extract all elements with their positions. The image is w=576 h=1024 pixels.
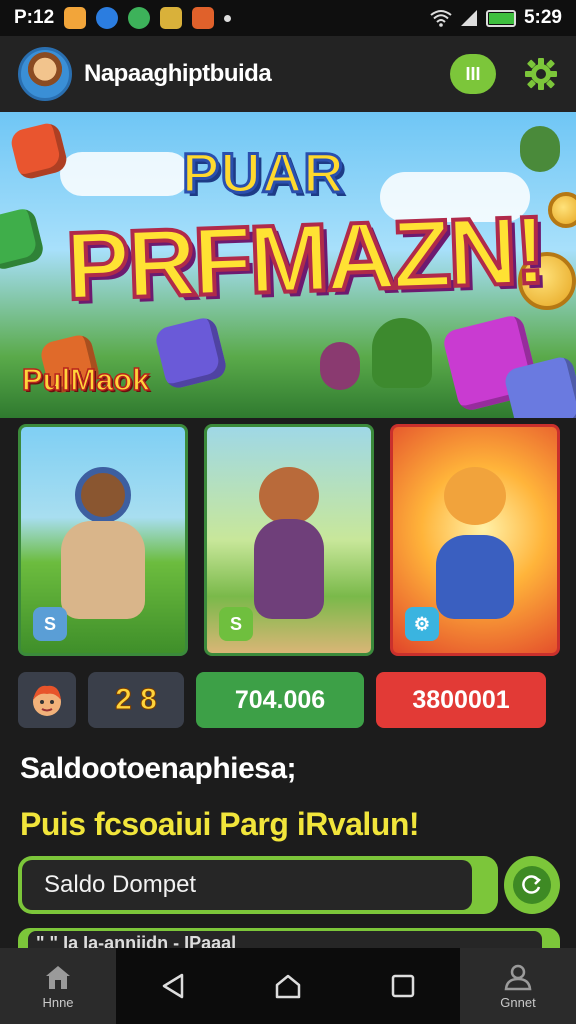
green-stat-button[interactable]: 704.006	[196, 672, 364, 728]
red-stat-button[interactable]: 3800001	[376, 672, 546, 728]
system-recents-button[interactable]	[345, 948, 460, 1024]
section-subheading: Puis fcsoaiui Parg iRvalun!	[20, 806, 420, 842]
fox-runner-head	[444, 467, 506, 525]
notification-icon	[96, 7, 119, 29]
settings-gear-icon[interactable]	[524, 57, 558, 91]
notification-icon	[192, 7, 215, 29]
signal-icon	[460, 10, 477, 26]
cloud	[60, 152, 190, 196]
score-display: 2 8	[88, 672, 184, 728]
monkey-character	[320, 342, 360, 390]
nav-home-label: Hnne	[42, 994, 74, 1010]
app-bar: Napaaghiptbuida III	[0, 36, 576, 112]
player-face-icon	[33, 685, 61, 716]
app-title: Napaaghiptbuida	[84, 60, 272, 87]
system-home-button[interactable]	[231, 948, 346, 1024]
goblin-character	[372, 318, 432, 388]
home-icon	[46, 965, 70, 989]
explorer-body	[61, 521, 145, 619]
nav-home[interactable]: Hnne	[0, 948, 116, 1024]
card-fox-runner[interactable]: ⚙	[390, 424, 560, 656]
recents-square-icon	[391, 974, 414, 998]
wallet-field-frame: Saldo Dompet	[18, 856, 498, 914]
more-notifications-icon	[224, 14, 232, 22]
home-outline-icon	[275, 974, 301, 999]
nav-account-label: Gnnet	[500, 994, 536, 1010]
wifi-icon	[430, 10, 452, 27]
status-time: P:12	[14, 7, 55, 28]
menu-button[interactable]: III	[450, 54, 496, 94]
character-cards: S S ⚙	[18, 424, 560, 656]
battery-level	[488, 12, 514, 24]
fox-warrior-head	[259, 467, 319, 525]
notification-icon	[160, 7, 183, 29]
status-bar: P:12 5:29	[0, 0, 576, 36]
bottom-nav: Hnne Gnnet	[0, 948, 576, 1024]
notification-icon	[64, 7, 87, 29]
back-triangle-icon	[163, 973, 184, 999]
nav-account[interactable]: Gnnet	[460, 948, 576, 1024]
section-heading: Saldootoenaphiesa;	[20, 752, 297, 785]
profile-avatar[interactable]	[18, 47, 72, 101]
banner-title-top: PUAR	[181, 140, 346, 206]
card-badge: ⚙	[405, 607, 439, 641]
battery-icon	[485, 9, 516, 27]
wallet-input[interactable]: Saldo Dompet	[22, 860, 472, 910]
player-avatar-tile[interactable]	[18, 672, 76, 728]
refresh-icon	[513, 866, 551, 904]
next-card-peek: " " Ia Ia-anniidn - IPaaal	[18, 928, 560, 950]
wallet-action-button[interactable]	[504, 856, 560, 914]
notification-icon	[128, 7, 151, 29]
card-fox-warrior[interactable]: S	[204, 424, 374, 656]
card-badge: S	[219, 607, 253, 641]
game-block-icon	[153, 315, 229, 391]
fox-runner-body	[436, 535, 514, 619]
hero-banner[interactable]: PUAR PRFMAZN! PulMaok	[0, 112, 576, 418]
coin-icon	[548, 192, 576, 228]
banner-subtitle: PulMaok	[21, 361, 150, 398]
stats-row: 2 8 704.006 3800001	[18, 672, 560, 728]
system-back-button[interactable]	[116, 948, 231, 1024]
banner-title-main: PRFMAZN!	[62, 195, 547, 323]
status-clock: 5:29	[523, 7, 562, 28]
flying-creature	[520, 126, 560, 172]
explorer-head	[75, 467, 131, 523]
card-explorer[interactable]: S	[18, 424, 188, 656]
account-icon	[504, 964, 532, 990]
game-block-icon	[0, 206, 46, 272]
card-badge: S	[33, 607, 67, 641]
fox-warrior-body	[254, 519, 324, 619]
